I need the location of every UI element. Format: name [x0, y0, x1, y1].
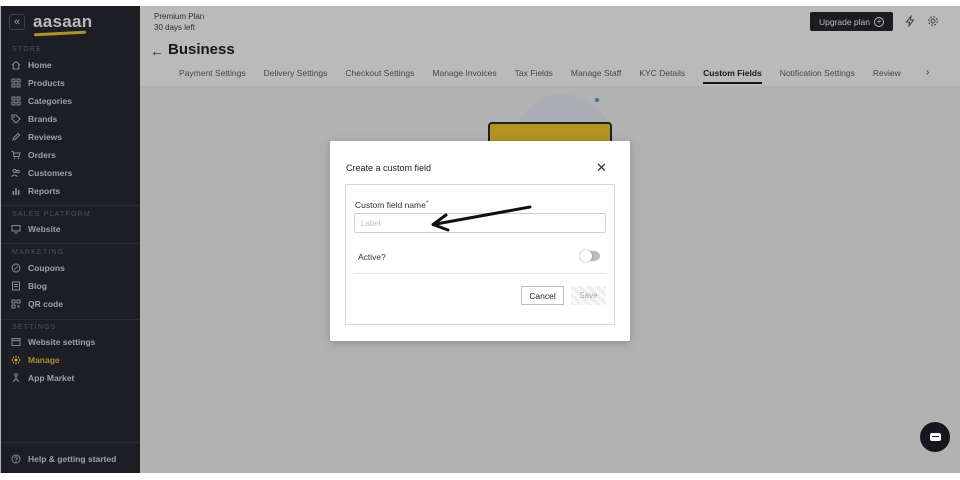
- annotation-arrow-icon: [431, 205, 532, 232]
- app-window: « aasaan STORE Home Products Categories: [0, 6, 960, 473]
- save-button[interactable]: Save: [571, 286, 606, 305]
- form-divider: [354, 273, 606, 274]
- toggle-knob: [580, 250, 592, 262]
- create-custom-field-dialog: Create a custom field ✕ Custom field nam…: [330, 141, 630, 341]
- close-icon[interactable]: ✕: [596, 161, 607, 174]
- active-label: Active?: [358, 252, 386, 262]
- cancel-button[interactable]: Cancel: [521, 286, 564, 305]
- chat-icon: [929, 433, 941, 441]
- chat-widget-button[interactable]: [920, 422, 950, 452]
- field-label-text: Custom field name: [355, 200, 426, 210]
- custom-field-name-label: Custom field name*: [355, 200, 429, 210]
- dialog-title: Create a custom field: [346, 163, 432, 173]
- active-toggle[interactable]: [580, 250, 600, 262]
